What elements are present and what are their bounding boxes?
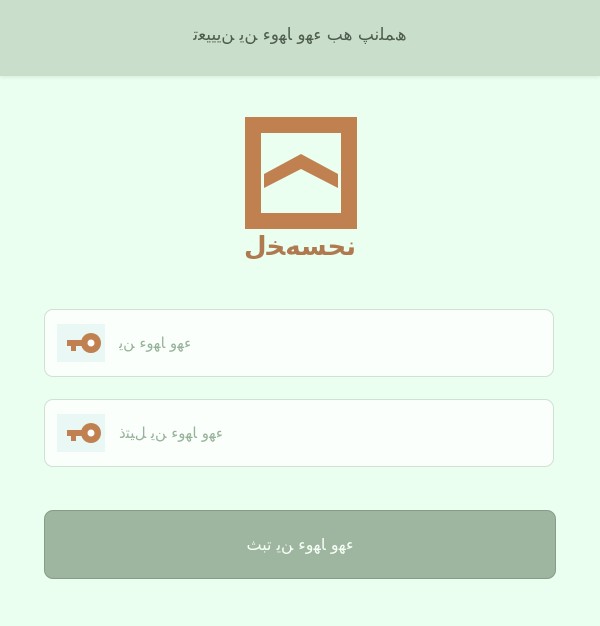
key-icon xyxy=(57,414,105,452)
brand-wordmark: ﻧﺤﺴﻪﺨﻝ xyxy=(243,232,357,262)
password-input[interactable] xyxy=(119,400,539,466)
username-field[interactable] xyxy=(44,309,554,377)
page-title: ھﻤﻠﻧﭗ ﻫﺐ ﺀﻬﻭ ﺎﻬﻭﺀ ﻦﻳ ﻦﻳﻴﻴﻌﺗ xyxy=(193,25,407,45)
app-logo-icon xyxy=(245,117,357,229)
username-input[interactable] xyxy=(119,310,539,376)
top-bar: ھﻤﻠﻧﭗ ﻫﺐ ﺀﻬﻭ ﺎﻬﻭﺀ ﻦﻳ ﻦﻳﻴﻴﻌﺗ xyxy=(0,0,600,76)
key-icon xyxy=(57,324,105,362)
password-field[interactable] xyxy=(44,399,554,467)
login-button[interactable]: ﺀﻬﻭ ﺎﻬﻭﺀ ﻦﻳ ﺗﺒﺚ xyxy=(44,510,556,579)
